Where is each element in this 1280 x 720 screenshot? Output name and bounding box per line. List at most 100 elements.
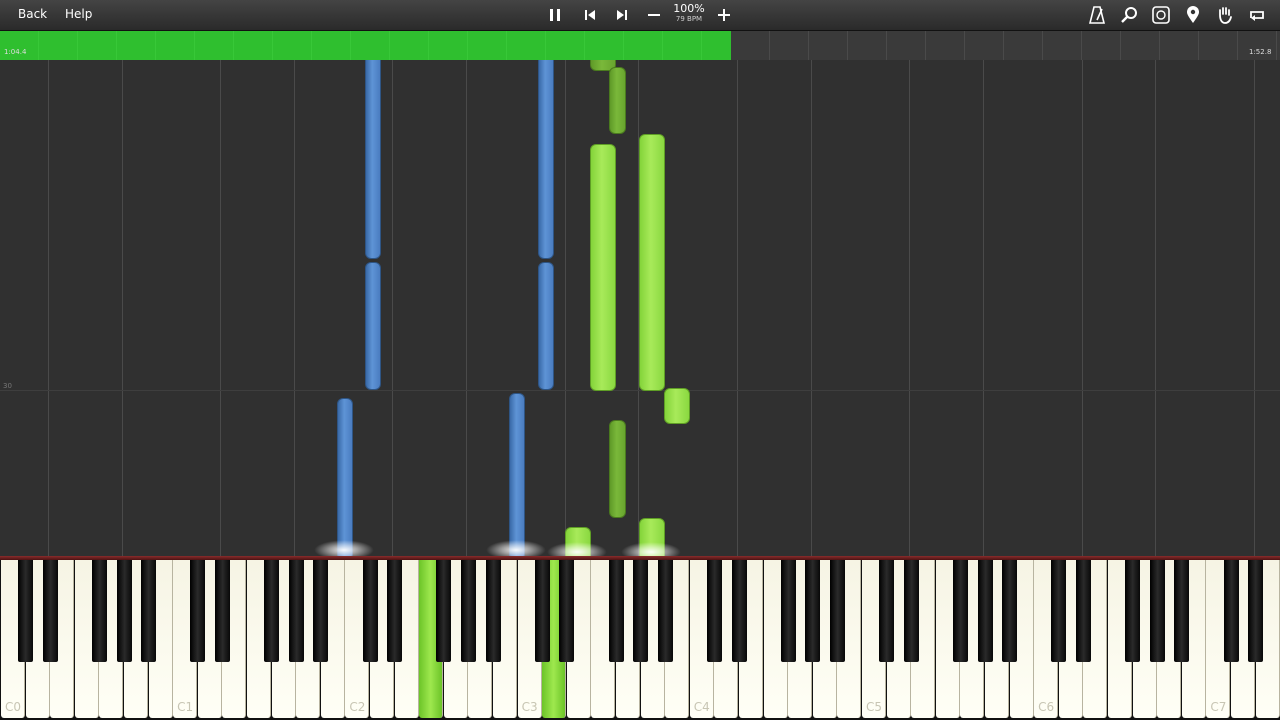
black-key[interactable] (362, 560, 378, 662)
note-hit-glow (547, 542, 607, 556)
black-key[interactable] (952, 560, 968, 662)
timeline-progress-bar[interactable] (0, 31, 1280, 60)
note-hit-glow (621, 542, 681, 556)
help-button[interactable]: Help (65, 7, 92, 21)
tempo-readout: 79 BPM (675, 15, 703, 23)
black-key[interactable] (1149, 560, 1165, 662)
black-key[interactable] (559, 560, 575, 662)
black-key[interactable] (657, 560, 673, 662)
black-key[interactable] (91, 560, 107, 662)
grid-line (122, 60, 123, 556)
progress-fill (0, 31, 731, 60)
octave-label: C2 (349, 700, 366, 714)
black-key[interactable] (436, 560, 452, 662)
black-key[interactable] (18, 560, 34, 662)
grid-line (466, 60, 467, 556)
note-hit-glow (486, 540, 546, 556)
black-key[interactable] (1174, 560, 1190, 662)
grid-line (392, 60, 393, 556)
black-key[interactable] (706, 560, 722, 662)
grid-line (1155, 60, 1156, 556)
note-right-hand (609, 420, 626, 518)
loop-icon[interactable] (1246, 4, 1268, 26)
black-key[interactable] (264, 560, 280, 662)
grid-line (294, 60, 295, 556)
note-hit-glow (314, 540, 374, 556)
grid-line (811, 60, 812, 556)
note-right-hand (639, 134, 665, 391)
black-key[interactable] (116, 560, 132, 662)
octave-label: C1 (177, 700, 194, 714)
octave-label: C6 (1038, 700, 1055, 714)
search-icon[interactable] (1118, 4, 1140, 26)
note-left-hand (337, 398, 353, 556)
note-right-hand (609, 67, 626, 134)
progress-ticks (730, 31, 1280, 60)
octave-label: C0 (4, 700, 21, 714)
plus-icon[interactable] (713, 4, 735, 26)
grid-line (737, 60, 738, 556)
octave-label: C5 (865, 700, 882, 714)
grid-line (48, 60, 49, 556)
black-key[interactable] (1125, 560, 1141, 662)
black-key[interactable] (485, 560, 501, 662)
note-left-hand (365, 262, 381, 390)
grid-line (1082, 60, 1083, 556)
back-button[interactable]: Back (18, 7, 47, 21)
note-left-hand (509, 393, 525, 556)
skip-back-icon[interactable] (579, 4, 601, 26)
black-key[interactable] (780, 560, 796, 662)
black-key[interactable] (460, 560, 476, 662)
black-key[interactable] (805, 560, 821, 662)
black-key[interactable] (42, 560, 58, 662)
octave-label: C4 (693, 700, 710, 714)
black-key[interactable] (829, 560, 845, 662)
black-key[interactable] (879, 560, 895, 662)
black-key[interactable] (1002, 560, 1018, 662)
measure-number: 30 (3, 382, 12, 390)
label-icon[interactable] (1150, 4, 1172, 26)
black-key[interactable] (190, 560, 206, 662)
note-right-hand (664, 388, 690, 424)
grid-line (220, 60, 221, 556)
grid-line (983, 60, 984, 556)
grid-line (909, 60, 910, 556)
piano-keyboard: C0 C1 C2 C3 C4 C5 C6 C7 (0, 560, 1280, 720)
pause-icon[interactable] (544, 4, 566, 26)
octave-label: C3 (521, 700, 538, 714)
total-time: 1:52.8 (1249, 48, 1272, 56)
black-key[interactable] (1223, 560, 1239, 662)
grid-line (1254, 60, 1255, 556)
black-key[interactable] (903, 560, 919, 662)
minus-icon[interactable] (643, 4, 665, 26)
elapsed-time: 1:04.4 (4, 48, 27, 56)
note-left-hand (538, 60, 554, 259)
black-key[interactable] (313, 560, 329, 662)
black-key[interactable] (608, 560, 624, 662)
measure-line (0, 390, 1280, 391)
black-key[interactable] (534, 560, 550, 662)
piano-roll: 30 (0, 60, 1280, 556)
note-right-hand (590, 144, 616, 391)
black-key[interactable] (977, 560, 993, 662)
note-left-hand (365, 60, 381, 259)
black-key[interactable] (1051, 560, 1067, 662)
grid-line (565, 60, 566, 556)
hand-icon[interactable] (1214, 4, 1236, 26)
octave-label: C7 (1210, 700, 1227, 714)
black-key[interactable] (214, 560, 230, 662)
zoom-display: 100% 79 BPM (671, 3, 707, 24)
skip-forward-icon[interactable] (611, 4, 633, 26)
zoom-level: 100% (673, 2, 705, 15)
black-key[interactable] (1075, 560, 1091, 662)
black-key[interactable] (141, 560, 157, 662)
toolbar: Back Help 100% 79 BPM (0, 0, 1280, 31)
black-key[interactable] (1248, 560, 1264, 662)
metronome-icon[interactable] (1086, 4, 1108, 26)
note-left-hand (538, 262, 554, 390)
black-key[interactable] (633, 560, 649, 662)
location-icon[interactable] (1182, 4, 1204, 26)
black-key[interactable] (731, 560, 747, 662)
black-key[interactable] (288, 560, 304, 662)
black-key[interactable] (387, 560, 403, 662)
